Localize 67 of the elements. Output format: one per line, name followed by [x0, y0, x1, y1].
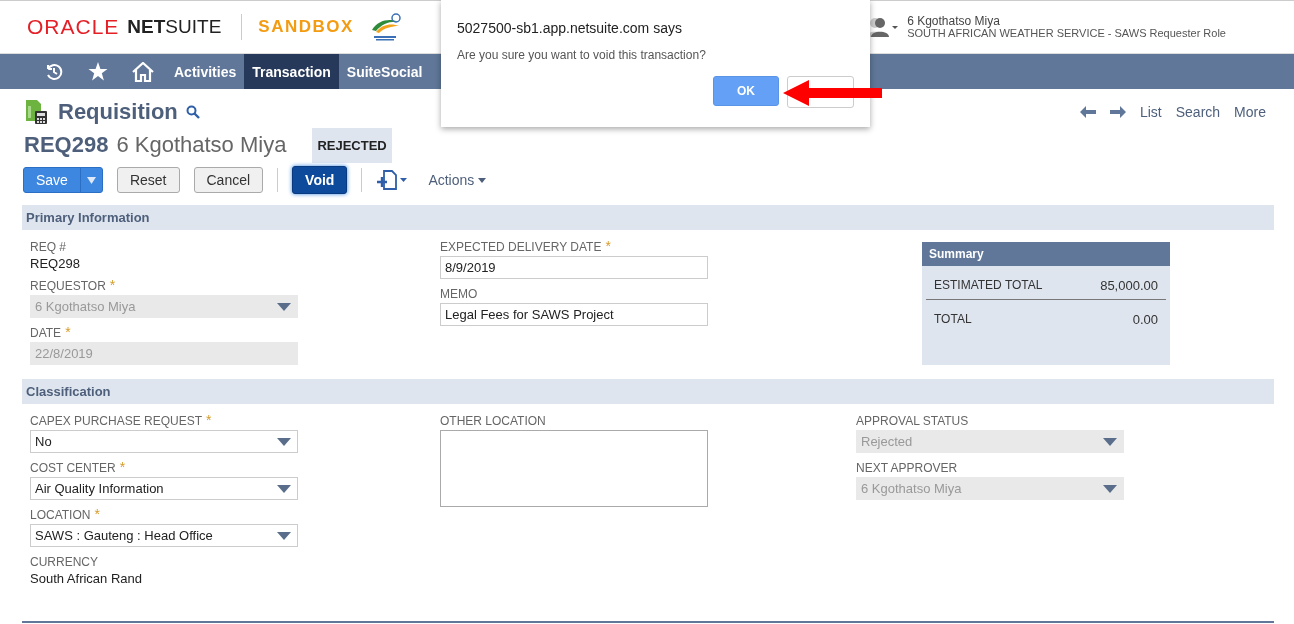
select-field[interactable]: Air Quality Information	[30, 477, 298, 500]
field-label: EXPECTED DELIVERY DATE	[440, 240, 602, 254]
nav-link[interactable]: List	[1139, 104, 1162, 120]
field-label: APPROVAL STATUS	[856, 414, 969, 428]
user-name[interactable]: 6 Kgothatso Miya	[907, 15, 1226, 27]
summary-label: TOTAL	[934, 312, 972, 327]
field-label: DATE	[30, 326, 62, 340]
select-field[interactable]: SAWS : Gauteng : Head Office	[30, 524, 298, 547]
field-label: NEXT APPROVER	[856, 461, 958, 475]
section-header: Classification	[22, 379, 1274, 404]
field-label: MEMO	[440, 287, 478, 301]
dropdown-arrow-icon[interactable]	[277, 484, 291, 493]
search-icon[interactable]	[185, 105, 200, 119]
summary-value: 0.00	[1132, 312, 1158, 327]
required-mark: *	[119, 461, 126, 475]
forward-arrow-icon[interactable]	[1109, 106, 1126, 118]
nav-tab[interactable]: Transaction	[244, 54, 339, 89]
product-name: NETSUITE	[127, 16, 222, 38]
new-document-icon[interactable]	[376, 170, 409, 190]
summary-label: ESTIMATED TOTAL	[934, 278, 1043, 293]
requisition-icon	[24, 99, 50, 125]
field-label: CURRENCY	[30, 555, 98, 569]
actions-menu[interactable]: Actions	[422, 171, 493, 189]
user-role: SOUTH AFRICAN WEATHER SERVICE - SAWS Requester Role	[907, 27, 1226, 39]
environment-label: SANDBOX	[258, 17, 354, 37]
input-field[interactable]: 8/9/2019	[440, 256, 708, 279]
home-icon	[132, 61, 154, 82]
required-mark: *	[206, 414, 212, 428]
input-field[interactable]: Legal Fees for SAWS Project	[440, 303, 708, 326]
field-label: LOCATION	[30, 508, 91, 522]
select-field[interactable]: No	[30, 430, 298, 453]
save-button[interactable]: Save	[23, 167, 103, 193]
nav-tab[interactable]: SuiteSocial	[338, 54, 431, 89]
field-value: South African Rand	[30, 571, 144, 586]
field-label: CAPEX PURCHASE REQUEST	[30, 414, 203, 428]
caret-icon	[86, 176, 96, 184]
record-number: REQ298	[24, 132, 109, 158]
field-label: OTHER LOCATION	[440, 414, 546, 428]
caret-icon[interactable]	[478, 177, 487, 183]
history-icon	[44, 61, 64, 82]
dialog-title: 5027500-sb1.app.netsuite.com says	[457, 20, 683, 36]
back-arrow-icon[interactable]	[1079, 106, 1096, 118]
field-label: REQ #	[30, 240, 66, 254]
summary-title: Summary	[922, 242, 1170, 266]
field-value: REQ298	[30, 256, 81, 271]
nav-link[interactable]: More	[1234, 104, 1266, 120]
dialog-message: Are you sure you want to void this transaction?	[457, 48, 707, 62]
dropdown-arrow-icon[interactable]	[277, 531, 291, 540]
field-label: REQUESTOR	[30, 279, 106, 293]
status-badge: REJECTED	[312, 127, 392, 163]
required-mark: *	[109, 279, 116, 293]
dropdown-arrow-icon[interactable]	[277, 437, 291, 446]
record-name: 6 Kgothatso Miya	[116, 132, 287, 158]
nav-link[interactable]: Search	[1175, 104, 1221, 120]
form-button[interactable]: Cancel	[193, 167, 264, 193]
summary-value: 85,000.00	[1100, 278, 1158, 293]
page-title: Requisition	[58, 99, 178, 125]
required-mark: *	[605, 240, 611, 254]
nav-tab[interactable]: Activities	[166, 54, 245, 89]
void-button[interactable]: Void	[292, 166, 348, 194]
section-header: Primary Information	[22, 205, 1274, 230]
required-mark: *	[94, 508, 100, 522]
star-icon	[88, 62, 108, 81]
field-label: COST CENTER	[30, 461, 116, 475]
required-mark: *	[65, 326, 71, 340]
brand-logo: ORACLE	[27, 15, 120, 39]
form-button[interactable]: Reset	[116, 167, 180, 193]
